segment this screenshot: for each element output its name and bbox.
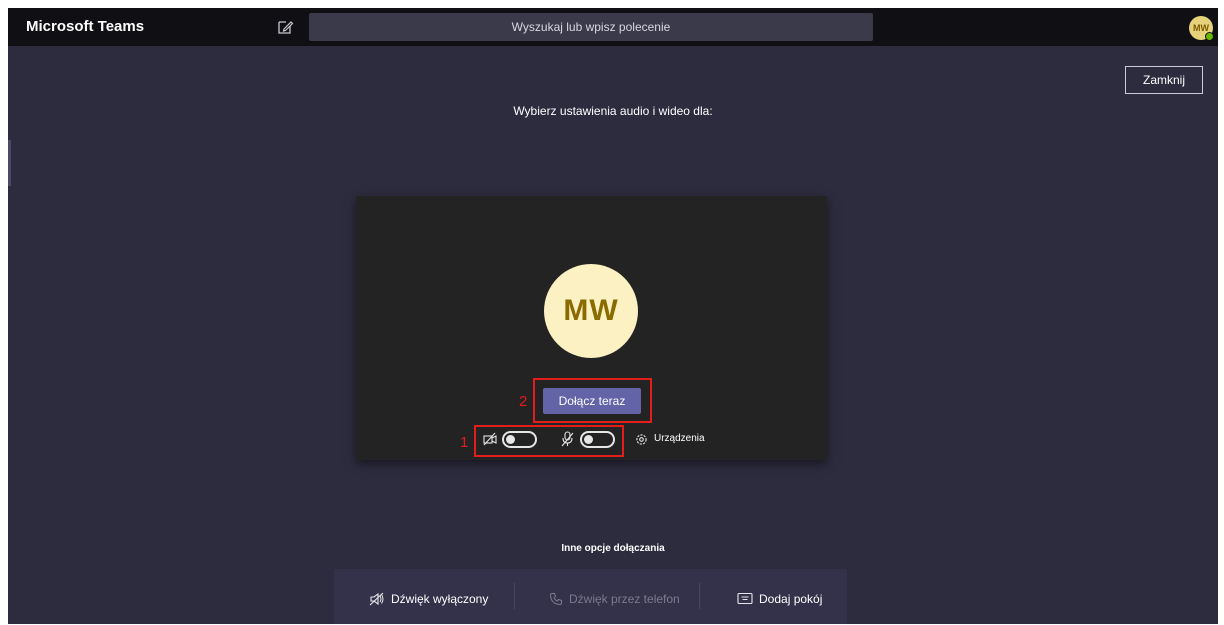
- add-room-label: Dodaj pokój: [759, 592, 823, 606]
- teams-window: Microsoft Teams Wyszukaj lub wpisz polec…: [8, 8, 1218, 624]
- gear-icon[interactable]: [635, 433, 648, 446]
- cast-icon: [737, 592, 753, 605]
- phone-audio-option[interactable]: Dźwięk przez telefon: [549, 592, 680, 606]
- other-options-heading: Inne opcje dołączania: [561, 543, 665, 554]
- annotation-box-join: [533, 378, 652, 423]
- phone-icon: [549, 593, 562, 606]
- annotation-number-1: 1: [460, 434, 469, 451]
- audio-off-label: Dźwięk wyłączony: [391, 592, 489, 606]
- app-title: Microsoft Teams: [26, 18, 145, 35]
- devices-button[interactable]: Urządzenia: [654, 433, 705, 444]
- divider: [699, 583, 700, 609]
- close-button[interactable]: Zamknij: [1125, 66, 1203, 94]
- add-room-option[interactable]: Dodaj pokój: [737, 592, 822, 606]
- preview-avatar-initials: MW: [563, 294, 619, 327]
- title-bar: Microsoft Teams Wyszukaj lub wpisz polec…: [8, 8, 1218, 46]
- video-preview: MW Dołącz teraz 2 1 Urządzenia: [356, 196, 827, 460]
- search-placeholder: Wyszukaj lub wpisz polecenie: [511, 20, 671, 34]
- annotation-number-2: 2: [519, 393, 528, 410]
- annotation-box-toggles: [474, 425, 624, 457]
- audio-off-option[interactable]: Dźwięk wyłączony: [369, 592, 488, 606]
- status-available-icon: [1205, 32, 1214, 41]
- preview-avatar: MW: [544, 264, 638, 358]
- speaker-off-icon: [369, 592, 384, 606]
- other-options-bar: Dźwięk wyłączony Dźwięk przez telefon Do…: [334, 569, 847, 624]
- phone-audio-label: Dźwięk przez telefon: [569, 592, 680, 606]
- search-input[interactable]: Wyszukaj lub wpisz polecenie: [309, 13, 873, 41]
- left-rail-indicator: [8, 140, 11, 186]
- compose-icon[interactable]: [276, 18, 294, 36]
- page-heading: Wybierz ustawienia audio i wideo dla:: [513, 104, 713, 118]
- divider: [514, 583, 515, 609]
